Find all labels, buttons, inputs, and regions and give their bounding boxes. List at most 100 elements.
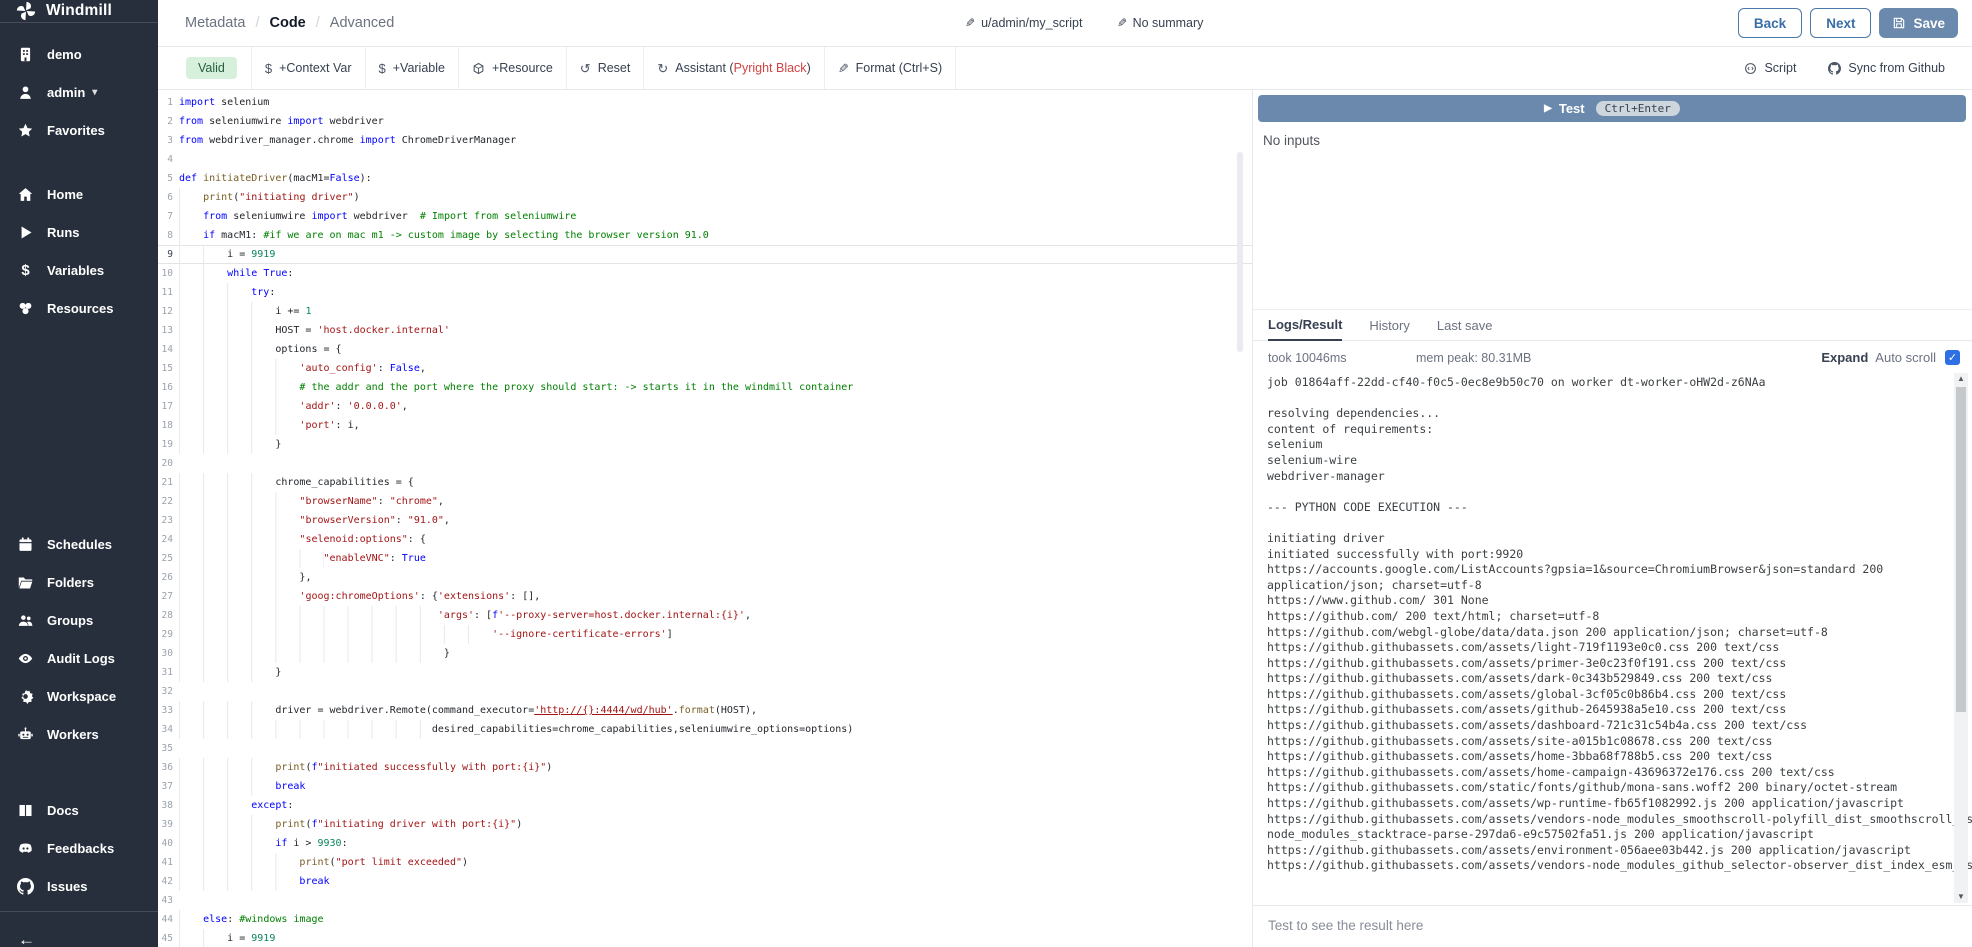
sidebar-item-resources[interactable]: Resources: [0, 289, 158, 327]
code-line[interactable]: 16 # the addr and the port where the pro…: [158, 378, 1252, 397]
next-button[interactable]: Next: [1810, 8, 1871, 38]
code-line[interactable]: 4: [158, 150, 1252, 169]
code-line[interactable]: 7 from seleniumwire import webdriver # I…: [158, 207, 1252, 226]
code-line[interactable]: 3from webdriver_manager.chrome import Ch…: [158, 131, 1252, 150]
code-line[interactable]: 41 print("port limit exceeded"): [158, 853, 1252, 872]
add-variable-button[interactable]: $ +Variable: [366, 47, 459, 89]
code-line[interactable]: 11 try:: [158, 283, 1252, 302]
code-line[interactable]: 44 else: #windows image: [158, 910, 1252, 929]
code-line[interactable]: 32: [158, 682, 1252, 701]
code-line[interactable]: 26 },: [158, 568, 1252, 587]
code-line[interactable]: 37 break: [158, 777, 1252, 796]
sidebar-item-runs[interactable]: Runs: [0, 213, 158, 251]
script-summary[interactable]: ✎ No summary: [1117, 16, 1204, 30]
code-line[interactable]: 40 if i > 9930:: [158, 834, 1252, 853]
log-output[interactable]: job 01864aff-22dd-cf40-f0c5-0ec8e9b50c70…: [1253, 368, 1972, 905]
test-button[interactable]: ▶ Test Ctrl+Enter: [1258, 95, 1966, 122]
expand-button[interactable]: Expand: [1821, 350, 1868, 365]
scrollbar-thumb[interactable]: [1956, 387, 1966, 712]
code-line[interactable]: 5def initiateDriver(macM1=False):: [158, 169, 1252, 188]
code-line[interactable]: 43: [158, 891, 1252, 910]
code-line[interactable]: 22 "browserName": "chrome",: [158, 492, 1252, 511]
code-line[interactable]: 29 '--ignore-certificate-errors']: [158, 625, 1252, 644]
format-button[interactable]: ✎ Format (Ctrl+S): [825, 47, 956, 89]
code-line[interactable]: 21 chrome_capabilities = {: [158, 473, 1252, 492]
tab-metadata[interactable]: Metadata: [185, 15, 245, 31]
autoscroll-checkbox[interactable]: ✓: [1945, 350, 1960, 365]
reset-button[interactable]: ↺ Reset: [567, 47, 645, 89]
sidebar-item-groups[interactable]: Groups: [0, 601, 158, 639]
code-line[interactable]: 12 i += 1: [158, 302, 1252, 321]
code-line[interactable]: 42 break: [158, 872, 1252, 891]
code-line[interactable]: 13 HOST = 'host.docker.internal': [158, 321, 1252, 340]
tab-last-save[interactable]: Last save: [1437, 318, 1493, 340]
code-line[interactable]: 20: [158, 454, 1252, 473]
sidebar-item-schedules[interactable]: Schedules: [0, 525, 158, 563]
sidebar-item-issues[interactable]: Issues: [0, 867, 158, 905]
collapse-sidebar-button[interactable]: ←: [0, 918, 158, 947]
log-scrollbar[interactable]: ▲ ▼: [1954, 373, 1968, 903]
add-resource-button[interactable]: +Resource: [459, 47, 567, 89]
code-line[interactable]: 6 print("initiating driver"): [158, 188, 1252, 207]
code-line[interactable]: 17 'addr': '0.0.0.0',: [158, 397, 1252, 416]
app-logo[interactable]: Windmill: [0, 0, 158, 23]
script-kind-button[interactable]: Script: [1731, 61, 1809, 75]
code-line[interactable]: 45 i = 9919: [158, 929, 1252, 947]
line-number: 24: [158, 530, 179, 549]
sidebar-item-label: Variables: [47, 263, 104, 278]
code-line[interactable]: 9 i = 9919: [158, 245, 1252, 264]
code-line[interactable]: 8 if macM1: #if we are on mac m1 -> cust…: [158, 226, 1252, 245]
add-context-var-button[interactable]: $ +Context Var: [252, 47, 366, 89]
code-line[interactable]: 19 }: [158, 435, 1252, 454]
sidebar-item-workers[interactable]: Workers: [0, 715, 158, 753]
sidebar-main-nav: HomeRuns$VariablesResources: [0, 161, 158, 327]
scroll-down-icon[interactable]: ▼: [1954, 891, 1968, 903]
code-line[interactable]: 27 'goog:chromeOptions': {'extensions': …: [158, 587, 1252, 606]
code-line[interactable]: 15 'auto_config': False,: [158, 359, 1252, 378]
code-line[interactable]: 34 desired_capabilities=chrome_capabilit…: [158, 720, 1252, 739]
scroll-up-icon[interactable]: ▲: [1954, 373, 1968, 385]
code-line[interactable]: 30 }: [158, 644, 1252, 663]
home-icon: [17, 186, 34, 203]
script-path[interactable]: ✎ u/admin/my_script: [965, 16, 1083, 30]
line-number: 30: [158, 644, 179, 663]
code-line[interactable]: 2from seleniumwire import webdriver: [158, 112, 1252, 131]
sidebar-item-demo[interactable]: demo: [0, 35, 158, 73]
code-line[interactable]: 23 "browserVersion": "91.0",: [158, 511, 1252, 530]
code-line[interactable]: 31 }: [158, 663, 1252, 682]
sidebar-item-favorites[interactable]: Favorites: [0, 111, 158, 149]
tab-history[interactable]: History: [1369, 318, 1409, 340]
editor-scrollbar[interactable]: [1237, 152, 1243, 352]
code-line[interactable]: 35: [158, 739, 1252, 758]
sidebar-item-admin[interactable]: admin▾: [0, 73, 158, 111]
tab-logs-result[interactable]: Logs/Result: [1268, 317, 1342, 341]
sync-from-github-button[interactable]: Sync from Github: [1815, 61, 1958, 75]
assistant-button[interactable]: ↻ Assistant (Pyright Black): [644, 47, 824, 89]
sidebar-item-home[interactable]: Home: [0, 175, 158, 213]
code-line[interactable]: 24 "selenoid:options": {: [158, 530, 1252, 549]
tab-advanced[interactable]: Advanced: [330, 15, 395, 31]
back-button[interactable]: Back: [1738, 8, 1802, 38]
code-line[interactable]: 38 except:: [158, 796, 1252, 815]
code-line[interactable]: 39 print(f"initiating driver with port:{…: [158, 815, 1252, 834]
sidebar-item-feedbacks[interactable]: Feedbacks: [0, 829, 158, 867]
code-line[interactable]: 1import selenium: [158, 93, 1252, 112]
sidebar-item-variables[interactable]: $Variables: [0, 251, 158, 289]
sidebar-item-docs[interactable]: Docs: [0, 791, 158, 829]
code-line[interactable]: 10 while True:: [158, 264, 1252, 283]
code-editor[interactable]: 1import selenium2from seleniumwire impor…: [158, 90, 1252, 947]
sidebar-item-folders[interactable]: Folders: [0, 563, 158, 601]
line-number: 26: [158, 568, 179, 587]
code-line[interactable]: 36 print(f"initiated successfully with p…: [158, 758, 1252, 777]
code-line[interactable]: 33 driver = webdriver.Remote(command_exe…: [158, 701, 1252, 720]
code-line[interactable]: 28 'args': [f'--proxy-server=host.docker…: [158, 606, 1252, 625]
code-line[interactable]: 18 'port': i,: [158, 416, 1252, 435]
resources-icon: [17, 300, 34, 317]
sidebar-item-audit-logs[interactable]: Audit Logs: [0, 639, 158, 677]
save-button[interactable]: Save: [1879, 8, 1958, 38]
tab-code[interactable]: Code: [270, 15, 306, 31]
code-line[interactable]: 25 "enableVNC": True: [158, 549, 1252, 568]
sidebar-item-workspace[interactable]: Workspace: [0, 677, 158, 715]
github-icon: [1828, 62, 1841, 75]
code-line[interactable]: 14 options = {: [158, 340, 1252, 359]
